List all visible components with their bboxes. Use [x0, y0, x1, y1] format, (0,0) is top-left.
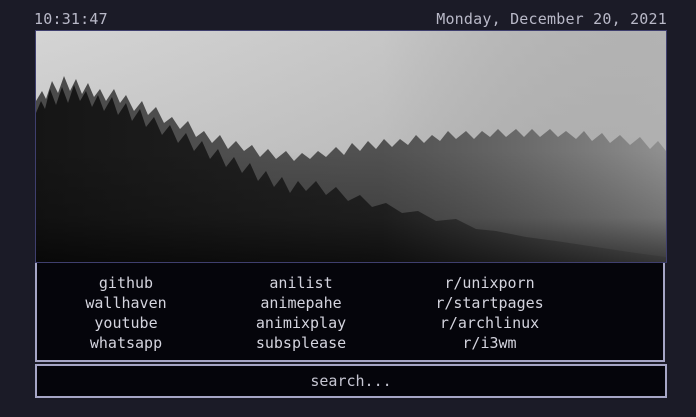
link-animixplay[interactable]: animixplay: [256, 313, 346, 333]
date-display: Monday, December 20, 2021: [436, 10, 667, 28]
bookmarks-panel: github wallhaven youtube whatsapp anilis…: [35, 263, 665, 362]
link-animepahe[interactable]: animepahe: [260, 293, 341, 313]
clock: 10:31:47: [34, 10, 108, 28]
search-box: [35, 364, 667, 398]
bookmark-column-dev: github wallhaven youtube whatsapp: [81, 273, 171, 353]
link-anilist[interactable]: anilist: [269, 273, 332, 293]
link-r-archlinux[interactable]: r/archlinux: [440, 313, 539, 333]
misty-forest-image: [36, 31, 666, 262]
link-youtube[interactable]: youtube: [94, 313, 157, 333]
link-subsplease[interactable]: subsplease: [256, 333, 346, 353]
link-wallhaven[interactable]: wallhaven: [85, 293, 166, 313]
link-whatsapp[interactable]: whatsapp: [90, 333, 162, 353]
link-r-startpages[interactable]: r/startpages: [435, 293, 543, 313]
startpage: 10:31:47 Monday, December 20, 2021 githu…: [0, 0, 696, 417]
hero-image: [35, 30, 667, 263]
bookmark-column-reddit: r/unixporn r/startpages r/archlinux r/i3…: [427, 273, 552, 353]
link-github[interactable]: github: [99, 273, 153, 293]
link-r-unixporn[interactable]: r/unixporn: [444, 273, 534, 293]
bookmark-column-anime: anilist animepahe animixplay subsplease: [251, 273, 351, 353]
link-r-i3wm[interactable]: r/i3wm: [462, 333, 516, 353]
search-input[interactable]: [37, 366, 665, 396]
